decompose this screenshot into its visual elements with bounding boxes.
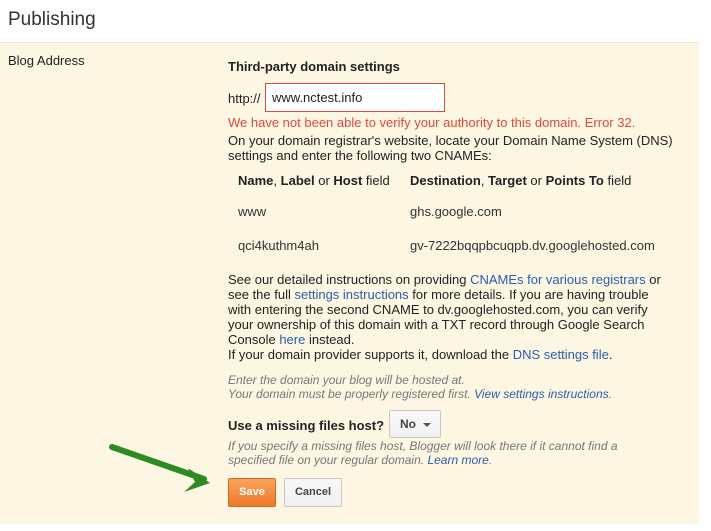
dns-settings-file-link[interactable]: DNS settings file [513,347,609,362]
table-header-destination: Destination, Target or Points To field [410,173,632,188]
table-cell-destination: ghs.google.com [410,204,502,219]
view-settings-instructions-link[interactable]: View settings instructions [474,387,609,401]
domain-input[interactable] [265,83,445,112]
table-cell-name: www [238,204,267,219]
cnames-registrars-link[interactable]: CNAMEs for various registrars [470,272,646,287]
table-cell-destination: gv-7222bqqpbcuqpb.dv.googlehosted.com [410,238,655,253]
chevron-down-icon [423,423,431,427]
search-console-link[interactable]: here [279,332,305,347]
page-title: Publishing [8,9,96,30]
section-heading: Third-party domain settings [228,59,400,74]
missing-files-label: Use a missing files host? [228,418,385,433]
settings-instructions-link[interactable]: settings instructions [295,287,409,302]
missing-files-select[interactable]: No [389,410,441,438]
green-arrow-icon [109,444,210,492]
table-header-name: Name, Label or Host field [238,173,390,188]
domain-hint: Enter the domain your blog will be hoste… [228,373,612,401]
missing-files-hint: If you specify a missing files host, Blo… [228,439,618,467]
save-button[interactable]: Save [228,478,276,507]
learn-more-link[interactable]: Learn more [427,453,488,467]
dns-intro: On your domain registrar's website, loca… [228,133,673,163]
instructions-text: See our detailed instructions on providi… [228,272,661,362]
http-prefix: http:// [228,91,261,106]
blog-address-label: Blog Address [8,53,85,68]
missing-files-selected: No [400,417,416,431]
table-cell-name: qci4kuthm4ah [238,238,319,253]
cancel-button[interactable]: Cancel [284,478,342,507]
settings-panel: Blog Address Third-party domain settings… [0,42,699,524]
error-message: We have not been able to verify your aut… [228,115,636,130]
